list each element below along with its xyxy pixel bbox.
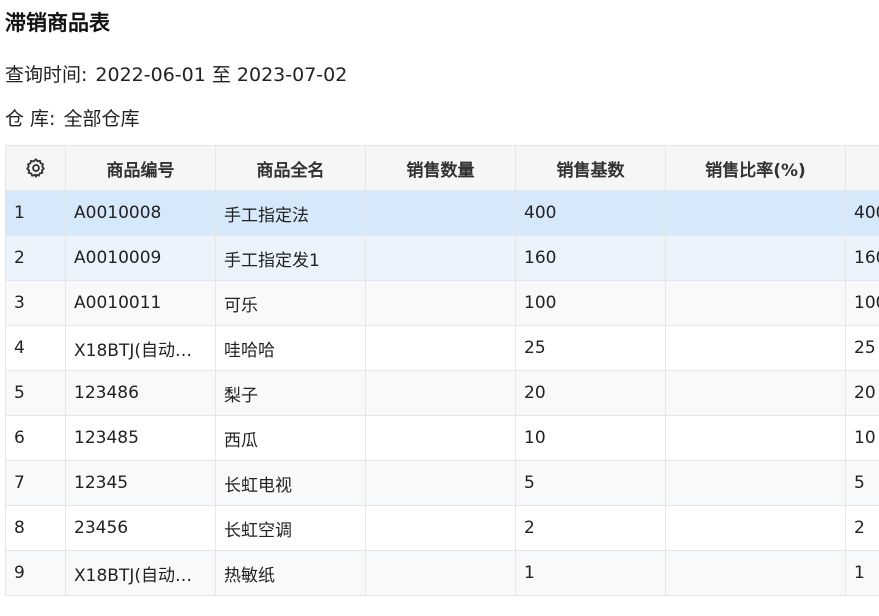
table-row[interactable]: 2 A0010009 手工指定发1 160 160 <box>5 235 879 281</box>
table-row[interactable]: 6 123485 西瓜 10 10 <box>5 415 879 461</box>
cell-code: X18BTJ(自动新... <box>65 550 216 596</box>
cell-extra: 5 <box>845 460 879 506</box>
table-row[interactable]: 8 23456 长虹空调 2 2 <box>5 505 879 551</box>
warehouse-filter: 仓 库: 全部仓库 <box>5 106 139 132</box>
table-row[interactable]: 5 123486 梨子 20 20 <box>5 370 879 416</box>
cell-code: 23456 <box>65 505 216 551</box>
cell-sales-qty <box>365 370 516 416</box>
cell-extra: 1 <box>845 550 879 596</box>
gear-icon[interactable] <box>25 157 47 179</box>
query-time-label: 查询时间: <box>5 64 88 86</box>
cell-sales-ratio <box>665 505 846 551</box>
row-index: 4 <box>5 325 66 371</box>
cell-sales-qty <box>365 505 516 551</box>
table-row[interactable]: 4 X18BTJ(自动新... 哇哈哈 25 25 <box>5 325 879 371</box>
cell-name: 长虹电视 <box>215 460 366 506</box>
table-row[interactable]: 7 12345 长虹电视 5 5 <box>5 460 879 506</box>
query-time-value: 2022-06-01 至 2023-07-02 <box>95 64 348 86</box>
cell-sales-ratio <box>665 235 846 281</box>
cell-name: 手工指定法 <box>215 190 366 236</box>
column-header-sales-ratio[interactable]: 销售比率(%) <box>665 145 846 191</box>
page-title: 滞销商品表 <box>5 11 110 35</box>
cell-extra: 400 <box>845 190 879 236</box>
column-header-sales-qty[interactable]: 销售数量 <box>365 145 516 191</box>
cell-sales-base: 5 <box>515 460 666 506</box>
cell-code: 12345 <box>65 460 216 506</box>
cell-sales-qty <box>365 325 516 371</box>
cell-sales-ratio <box>665 550 846 596</box>
cell-name: 手工指定发1 <box>215 235 366 281</box>
cell-sales-ratio <box>665 190 846 236</box>
query-time: 查询时间: 2022-06-01 至 2023-07-02 <box>5 62 347 88</box>
row-index: 1 <box>5 190 66 236</box>
cell-sales-qty <box>365 460 516 506</box>
cell-sales-qty <box>365 280 516 326</box>
row-index: 2 <box>5 235 66 281</box>
cell-code: A0010011 <box>65 280 216 326</box>
column-header-extra[interactable] <box>845 145 879 191</box>
column-settings-button[interactable] <box>5 145 66 191</box>
table-row[interactable]: 9 X18BTJ(自动新... 热敏纸 1 1 <box>5 550 879 596</box>
cell-sales-base: 2 <box>515 505 666 551</box>
cell-name: 可乐 <box>215 280 366 326</box>
cell-sales-qty <box>365 415 516 461</box>
report-page: 滞销商品表 查询时间: 2022-06-01 至 2023-07-02 仓 库: 全… <box>0 0 879 616</box>
cell-name: 长虹空调 <box>215 505 366 551</box>
cell-code: 123486 <box>65 370 216 416</box>
column-header-code[interactable]: 商品编号 <box>65 145 216 191</box>
cell-name: 热敏纸 <box>215 550 366 596</box>
cell-sales-ratio <box>665 415 846 461</box>
cell-extra: 25 <box>845 325 879 371</box>
cell-sales-base: 25 <box>515 325 666 371</box>
cell-sales-base: 160 <box>515 235 666 281</box>
cell-sales-base: 20 <box>515 370 666 416</box>
cell-sales-base: 100 <box>515 280 666 326</box>
cell-sales-base: 1 <box>515 550 666 596</box>
cell-sales-ratio <box>665 370 846 416</box>
cell-sales-qty <box>365 190 516 236</box>
cell-extra: 10 <box>845 415 879 461</box>
cell-sales-ratio <box>665 460 846 506</box>
row-index: 8 <box>5 505 66 551</box>
cell-extra: 20 <box>845 370 879 416</box>
table-row[interactable]: 3 A0010011 可乐 100 100 <box>5 280 879 326</box>
cell-code: X18BTJ(自动新... <box>65 325 216 371</box>
row-index: 3 <box>5 280 66 326</box>
cell-code: A0010009 <box>65 235 216 281</box>
cell-name: 梨子 <box>215 370 366 416</box>
data-table: 商品编号 商品全名 销售数量 销售基数 销售比率(%) 1 A0010008 手… <box>5 145 879 596</box>
cell-name: 西瓜 <box>215 415 366 461</box>
cell-sales-qty <box>365 550 516 596</box>
table-header-row: 商品编号 商品全名 销售数量 销售基数 销售比率(%) <box>5 145 879 191</box>
row-index: 5 <box>5 370 66 416</box>
cell-sales-qty <box>365 235 516 281</box>
cell-extra: 2 <box>845 505 879 551</box>
cell-sales-base: 10 <box>515 415 666 461</box>
cell-code: A0010008 <box>65 190 216 236</box>
row-index: 9 <box>5 550 66 596</box>
cell-sales-base: 400 <box>515 190 666 236</box>
warehouse-label: 仓 库: <box>5 108 56 130</box>
cell-extra: 160 <box>845 235 879 281</box>
cell-code: 123485 <box>65 415 216 461</box>
column-header-name[interactable]: 商品全名 <box>215 145 366 191</box>
cell-extra: 100 <box>845 280 879 326</box>
row-index: 6 <box>5 415 66 461</box>
slow-moving-goods-table: 商品编号 商品全名 销售数量 销售基数 销售比率(%) 1 A0010008 手… <box>5 145 879 616</box>
cell-name: 哇哈哈 <box>215 325 366 371</box>
cell-sales-ratio <box>665 325 846 371</box>
table-row[interactable]: 1 A0010008 手工指定法 400 400 <box>5 190 879 236</box>
warehouse-value: 全部仓库 <box>63 108 140 130</box>
cell-sales-ratio <box>665 280 846 326</box>
column-header-sales-base[interactable]: 销售基数 <box>515 145 666 191</box>
row-index: 7 <box>5 460 66 506</box>
